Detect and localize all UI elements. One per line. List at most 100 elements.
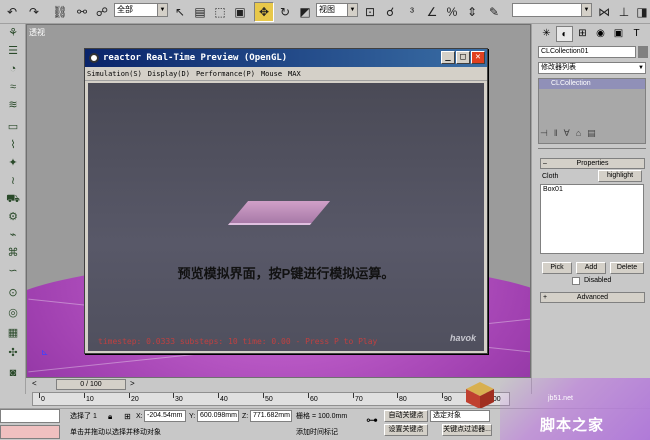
menu-simulation[interactable]: Simulation(S): [87, 70, 142, 78]
rope-collection-icon[interactable]: ≈: [3, 80, 23, 94]
pin-stack-icon[interactable]: ⊣: [540, 128, 554, 138]
set-key-button[interactable]: 设置关键点: [384, 424, 428, 436]
hierarchy-tab-icon[interactable]: ⊞: [574, 26, 591, 42]
delete-button[interactable]: Delete: [610, 262, 644, 274]
lock-selection-icon[interactable]: 🔒︎: [108, 411, 112, 422]
time-slider[interactable]: 0 / 100: [56, 379, 126, 390]
rigid-body-collection-icon[interactable]: ⚘: [3, 26, 23, 40]
show-end-result-icon[interactable]: ‖: [554, 128, 564, 138]
x-coordinate-field[interactable]: -204.54mm: [144, 410, 186, 422]
maximize-button[interactable]: □: [456, 51, 470, 64]
advanced-rollout-header[interactable]: + Advanced: [540, 292, 645, 303]
highlight-button[interactable]: highlight: [598, 170, 642, 182]
select-object-icon[interactable]: ↖: [170, 2, 190, 22]
menu-display[interactable]: Display(D): [148, 70, 190, 78]
add-button[interactable]: Add: [576, 262, 606, 274]
create-animation-icon[interactable]: ✣: [3, 346, 23, 360]
undo-icon[interactable]: ↶: [2, 2, 22, 22]
maxscript-listener[interactable]: [0, 409, 60, 423]
wind-icon[interactable]: ⌁: [3, 228, 23, 242]
key-filters-button[interactable]: 关键点过滤器...: [442, 424, 492, 436]
camera-icon[interactable]: ◙: [3, 366, 23, 380]
select-by-name-icon[interactable]: ▤: [190, 2, 210, 22]
absolute-mode-icon[interactable]: ⊞: [124, 411, 131, 422]
bind-space-warp-icon[interactable]: ☍: [92, 2, 112, 22]
select-and-rotate-icon[interactable]: ↻: [275, 2, 295, 22]
align-icon[interactable]: ⊥: [614, 2, 634, 22]
configure-modifier-sets-icon[interactable]: ▤: [587, 128, 602, 138]
spinner-snap-icon[interactable]: ⇕: [462, 2, 482, 22]
cloth-object-list[interactable]: Box01: [540, 184, 644, 254]
analyze-world-icon[interactable]: ◎: [3, 306, 23, 320]
reference-coordinate-dropdown[interactable]: 视图 ▼: [316, 3, 358, 17]
hinge-icon[interactable]: ∽: [3, 264, 23, 278]
deforming-mesh-icon[interactable]: ≋: [3, 98, 23, 112]
layer-manager-icon[interactable]: ◨: [632, 2, 650, 22]
z-coordinate-field[interactable]: 771.682mm: [250, 410, 292, 422]
toy-car-icon[interactable]: ⛟: [3, 192, 23, 206]
remove-modifier-icon[interactable]: ⌂: [576, 128, 587, 138]
motion-tab-icon[interactable]: ◉: [592, 26, 609, 42]
object-color-swatch[interactable]: [638, 46, 648, 58]
percent-snap-icon[interactable]: %: [442, 2, 462, 22]
select-and-manipulate-icon[interactable]: ☌: [380, 2, 400, 22]
make-unique-icon[interactable]: ∀: [564, 128, 576, 138]
reactor-app-icon[interactable]: [89, 53, 99, 63]
close-button[interactable]: ✕: [471, 51, 485, 64]
display-tab-icon[interactable]: ▣: [610, 26, 627, 42]
selection-filter-dropdown[interactable]: 全部 ▼: [114, 3, 168, 17]
create-tab-icon[interactable]: ✳: [538, 26, 555, 42]
fracture-icon[interactable]: ✦: [3, 156, 23, 170]
stack-item[interactable]: CLCollection: [539, 79, 645, 89]
list-item[interactable]: Box01: [543, 185, 643, 195]
minimize-button[interactable]: _: [441, 51, 455, 64]
modify-tab-icon[interactable]: ◐: [556, 26, 573, 42]
utilities-tab-icon[interactable]: T: [628, 26, 645, 42]
pivot-center-icon[interactable]: ⊡: [360, 2, 380, 22]
preview-canvas[interactable]: 预览模拟界面，按P键进行模拟运算。 timestep: 0.0333 subst…: [88, 83, 484, 351]
track-bar[interactable]: 0 10 20 30 40 50 60 70 80 90 100: [32, 392, 510, 406]
x-label: X:: [136, 413, 143, 420]
snap-3d-icon[interactable]: ³: [402, 2, 422, 22]
reactor-window-titlebar[interactable]: reactor Real-Time Preview (OpenGL) _ □ ✕: [85, 49, 487, 67]
redo-icon[interactable]: ↷: [24, 2, 44, 22]
window-crossing-icon[interactable]: ▣: [230, 2, 250, 22]
angle-snap-icon[interactable]: ∠: [422, 2, 442, 22]
unlink-icon[interactable]: ⚯: [72, 2, 92, 22]
timeline-tick: [397, 393, 398, 398]
constraint-icon[interactable]: ⌘: [3, 246, 23, 260]
disabled-checkbox[interactable]: [572, 277, 580, 285]
preview-animation-icon[interactable]: ▦: [3, 326, 23, 340]
plane-icon[interactable]: ▭: [3, 120, 23, 134]
soft-body-collection-icon[interactable]: ◔: [3, 62, 23, 76]
mirror-icon[interactable]: ⋈: [594, 2, 614, 22]
menu-max[interactable]: MAX: [288, 70, 301, 78]
object-name-field[interactable]: CLCollection01: [538, 46, 636, 58]
select-and-scale-icon[interactable]: ◩: [295, 2, 315, 22]
select-and-move-icon[interactable]: ✥: [254, 2, 274, 22]
next-frame-icon[interactable]: >: [130, 379, 135, 388]
modifier-list-dropdown[interactable]: 修改器列表 ▼: [538, 62, 646, 74]
select-link-icon[interactable]: ⛓: [50, 2, 70, 22]
spring-icon[interactable]: ⌇: [3, 138, 23, 152]
viewport-label[interactable]: 透视: [29, 27, 45, 38]
menu-mouse[interactable]: Mouse: [261, 70, 282, 78]
pick-button[interactable]: Pick: [542, 262, 572, 274]
maxscript-output[interactable]: [0, 425, 60, 439]
motor-icon[interactable]: ⚙: [3, 210, 23, 224]
menu-performance[interactable]: Performance(P): [196, 70, 255, 78]
key-mode-dropdown[interactable]: 选定对象: [430, 410, 490, 422]
rectangular-selection-icon[interactable]: ⬚: [210, 2, 230, 22]
cloth-collection-icon[interactable]: ☰: [3, 44, 23, 58]
point-to-point-icon[interactable]: ⊙: [3, 286, 23, 300]
simulation-status: timestep: 0.0333 substeps: 10 time: 0.00…: [98, 337, 378, 346]
named-selection-icon[interactable]: ✎: [484, 2, 504, 22]
named-selection-dropdown[interactable]: ▼: [512, 3, 592, 17]
water-icon[interactable]: ≀: [3, 174, 23, 188]
set-key-icon[interactable]: ⊶: [366, 414, 378, 426]
auto-key-button[interactable]: 自动关键点: [384, 410, 428, 422]
y-coordinate-field[interactable]: 600.098mm: [197, 410, 239, 422]
add-time-tag[interactable]: 添加时间标记: [296, 427, 338, 438]
properties-rollout-header[interactable]: – Properties: [540, 158, 645, 169]
prev-frame-icon[interactable]: <: [32, 379, 37, 388]
